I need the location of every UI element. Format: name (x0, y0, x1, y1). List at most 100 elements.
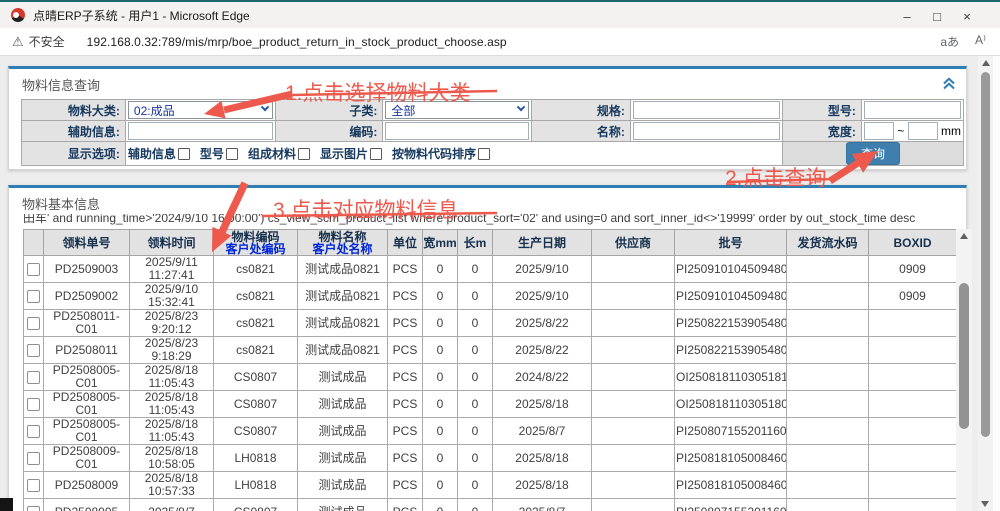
cell-code[interactable]: CS0807 (214, 391, 298, 418)
table-row[interactable]: PD2508009-C01 2025/8/1810:58:05 LH0818 测… (24, 445, 957, 472)
cell-boxid[interactable] (869, 445, 957, 472)
collapse-panel-icon[interactable] (942, 77, 956, 95)
option-model-checkbox[interactable] (226, 148, 238, 160)
cell-prod-date[interactable]: 2025/8/7 (493, 418, 592, 445)
name-input[interactable] (633, 122, 780, 140)
cell-length[interactable]: 0 (458, 499, 493, 511)
cell-prod-date[interactable]: 2025/8/18 (493, 445, 592, 472)
material-category-select[interactable]: 02:成品 (128, 101, 273, 119)
cell-supplier[interactable] (592, 283, 675, 310)
cell-time[interactable]: 2025/9/1111:27:41 (130, 256, 214, 283)
cell-length[interactable]: 0 (458, 337, 493, 364)
cell-name[interactable]: 测试成品0821 (298, 256, 388, 283)
cell-order-no[interactable]: PD2508005-C01 (44, 364, 130, 391)
read-aloud-icon[interactable]: A⁾ (975, 33, 986, 50)
table-scrollbar[interactable] (956, 229, 972, 511)
cell-boxid[interactable] (869, 337, 957, 364)
row-checkbox-cell[interactable] (24, 283, 44, 310)
cell-width[interactable]: 0 (423, 445, 458, 472)
table-scrollbar-thumb[interactable] (959, 283, 969, 429)
row-checkbox-cell[interactable] (24, 337, 44, 364)
cell-length[interactable]: 0 (458, 418, 493, 445)
cell-unit[interactable]: PCS (388, 364, 423, 391)
cell-order-no[interactable]: PD2509002 (44, 283, 130, 310)
cell-time[interactable]: 2025/8/1810:57:33 (130, 472, 214, 499)
cell-code[interactable]: CS0807 (214, 418, 298, 445)
cell-batch[interactable]: PI250818105008460 (675, 445, 787, 472)
cell-supplier[interactable] (592, 472, 675, 499)
cell-name[interactable]: 测试成品 (298, 364, 388, 391)
cell-width[interactable]: 0 (423, 418, 458, 445)
table-row[interactable]: PD2509003 2025/9/1111:27:41 cs0821 测试成品0… (24, 256, 957, 283)
cell-name[interactable]: 测试成品 (298, 445, 388, 472)
cell-batch[interactable]: PI250910104509480 (675, 283, 787, 310)
cell-width[interactable]: 0 (423, 364, 458, 391)
table-row[interactable]: PD2508005-C01 2025/8/1811:05:43 CS0807 测… (24, 391, 957, 418)
cell-unit[interactable]: PCS (388, 337, 423, 364)
row-checkbox[interactable] (27, 263, 40, 276)
cell-unit[interactable]: PCS (388, 310, 423, 337)
cell-supplier[interactable] (592, 499, 675, 511)
cell-code[interactable]: LH0818 (214, 445, 298, 472)
cell-ship-code[interactable] (787, 445, 869, 472)
scroll-up-icon[interactable] (960, 233, 968, 239)
cell-time[interactable]: 2025/9/1015:32:41 (130, 283, 214, 310)
cell-order-no[interactable]: PD2508005 (44, 499, 130, 511)
row-checkbox[interactable] (27, 317, 40, 330)
row-checkbox[interactable] (27, 290, 40, 303)
cell-time[interactable]: 2025/8/239:18:29 (130, 337, 214, 364)
table-row[interactable]: PD2508005-C01 2025/8/1811:05:43 CS0807 测… (24, 364, 957, 391)
cell-order-no[interactable]: PD2509003 (44, 256, 130, 283)
close-button[interactable]: × (952, 4, 982, 29)
cell-boxid[interactable] (869, 418, 957, 445)
cell-supplier[interactable] (592, 310, 675, 337)
width-min-input[interactable] (864, 122, 894, 140)
cell-supplier[interactable] (592, 337, 675, 364)
cell-ship-code[interactable] (787, 472, 869, 499)
cell-code[interactable]: cs0821 (214, 337, 298, 364)
cell-length[interactable]: 0 (458, 256, 493, 283)
row-checkbox-cell[interactable] (24, 418, 44, 445)
cell-ship-code[interactable] (787, 256, 869, 283)
cell-unit[interactable]: PCS (388, 472, 423, 499)
row-checkbox[interactable] (27, 506, 40, 511)
row-checkbox-cell[interactable] (24, 256, 44, 283)
query-button[interactable]: 查询 (846, 142, 900, 165)
cell-name[interactable]: 测试成品 (298, 391, 388, 418)
cell-supplier[interactable] (592, 391, 675, 418)
cell-batch[interactable]: PI250818105008460 (675, 472, 787, 499)
row-checkbox-cell[interactable] (24, 391, 44, 418)
option-aux-checkbox[interactable] (178, 148, 190, 160)
table-row[interactable]: PD2509002 2025/9/1015:32:41 cs0821 测试成品0… (24, 283, 957, 310)
cell-code[interactable]: LH0818 (214, 472, 298, 499)
cell-code[interactable]: cs0821 (214, 283, 298, 310)
row-checkbox-cell[interactable] (24, 472, 44, 499)
cell-prod-date[interactable]: 2025/8/18 (493, 391, 592, 418)
cell-prod-date[interactable]: 2025/9/10 (493, 283, 592, 310)
cell-ship-code[interactable] (787, 337, 869, 364)
scroll-up-icon[interactable] (982, 60, 990, 66)
cell-order-no[interactable]: PD2508011 (44, 337, 130, 364)
cell-supplier[interactable] (592, 364, 675, 391)
cell-length[interactable]: 0 (458, 472, 493, 499)
browser-scrollbar-thumb[interactable] (981, 72, 990, 437)
option-sort-checkbox[interactable] (478, 148, 490, 160)
row-checkbox[interactable] (27, 344, 40, 357)
cell-width[interactable]: 0 (423, 256, 458, 283)
cell-ship-code[interactable] (787, 391, 869, 418)
row-checkbox[interactable] (27, 452, 40, 465)
cell-boxid[interactable] (869, 472, 957, 499)
cell-order-no[interactable]: PD2508005-C01 (44, 391, 130, 418)
minimize-button[interactable]: – (892, 4, 922, 29)
table-row[interactable]: PD2508005-C01 2025/8/1811:05:43 CS0807 测… (24, 418, 957, 445)
cell-time[interactable]: 2025/8/7 (130, 499, 214, 511)
cell-name[interactable]: 测试成品 (298, 499, 388, 511)
row-checkbox[interactable] (27, 425, 40, 438)
row-checkbox[interactable] (27, 479, 40, 492)
cell-order-no[interactable]: PD2508009-C01 (44, 445, 130, 472)
cell-length[interactable]: 0 (458, 310, 493, 337)
cell-prod-date[interactable]: 2025/8/22 (493, 310, 592, 337)
cell-code[interactable]: CS0807 (214, 364, 298, 391)
cell-order-no[interactable]: PD2508011-C01 (44, 310, 130, 337)
table-row[interactable]: PD2508011 2025/8/239:18:29 cs0821 测试成品08… (24, 337, 957, 364)
